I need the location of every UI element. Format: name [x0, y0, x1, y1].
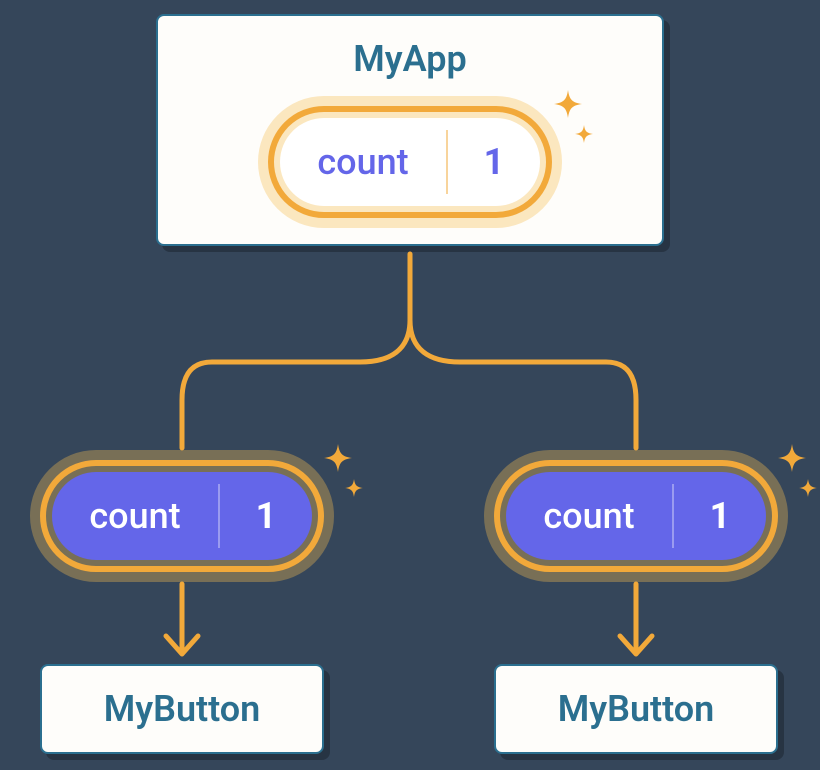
child-component-label: MyButton — [558, 688, 715, 730]
state-label: count — [280, 141, 446, 183]
sparkle-icon — [324, 444, 363, 497]
badge-inner: count 1 — [52, 472, 312, 560]
badge-inner: count 1 — [506, 472, 766, 560]
sparkle-icon — [778, 444, 817, 497]
state-badge: count 1 — [268, 106, 552, 218]
prop-badge-right: count 1 — [494, 460, 778, 572]
arrow-right — [620, 584, 652, 654]
badge-inner: count 1 — [280, 118, 540, 206]
child-component-box-left: MyButton — [40, 664, 324, 754]
arrow-left — [166, 584, 198, 654]
prop-label: count — [506, 495, 672, 537]
badge-divider — [446, 130, 448, 194]
prop-badge-left: count 1 — [40, 460, 324, 572]
root-component-title: MyApp — [353, 38, 466, 80]
prop-value: 1 — [220, 495, 312, 537]
child-component-box-right: MyButton — [494, 664, 778, 754]
prop-value: 1 — [674, 495, 766, 537]
prop-label: count — [52, 495, 218, 537]
branch-connector — [182, 254, 636, 448]
component-tree-diagram: MyApp count 1 count 1 count 1 MyButton — [0, 0, 820, 770]
child-component-label: MyButton — [104, 688, 261, 730]
state-value: 1 — [448, 141, 540, 183]
